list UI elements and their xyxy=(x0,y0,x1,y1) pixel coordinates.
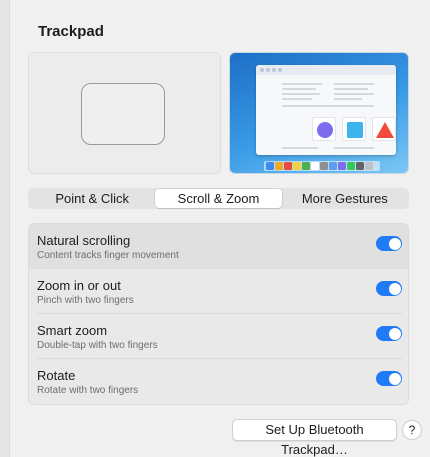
page-title: Trackpad xyxy=(38,23,104,40)
trackpad-icon xyxy=(81,83,165,145)
setting-title: Zoom in or out xyxy=(37,278,121,293)
setting-subtitle: Double-tap with two fingers xyxy=(37,340,158,351)
dock-app-icon xyxy=(347,162,355,170)
dock-app-icon xyxy=(284,162,292,170)
dock-app-icon xyxy=(293,162,301,170)
preview-window xyxy=(256,65,396,155)
smart-zoom-toggle[interactable] xyxy=(376,326,402,341)
dock-app-icon xyxy=(275,162,283,170)
preview-window-titlebar xyxy=(256,65,396,75)
dock-app-icon xyxy=(266,162,274,170)
tab-scroll-zoom[interactable]: Scroll & Zoom xyxy=(155,189,282,208)
preview-circle-tile xyxy=(312,117,336,141)
rotate-toggle[interactable] xyxy=(376,371,402,386)
setting-title: Smart zoom xyxy=(37,323,108,338)
preview-dock xyxy=(264,161,380,171)
setting-subtitle: Content tracks finger movement xyxy=(37,250,179,261)
help-button[interactable]: ? xyxy=(402,420,422,440)
dock-app-icon xyxy=(329,162,337,170)
toggle-knob xyxy=(388,327,401,340)
setting-row-natural-scrolling: Natural scrolling Content tracks finger … xyxy=(29,224,408,269)
toggle-knob xyxy=(388,372,401,385)
toggle-knob xyxy=(388,237,401,250)
trackpad-preview xyxy=(28,52,221,174)
circle-icon xyxy=(317,122,333,138)
natural-scrolling-toggle[interactable] xyxy=(376,236,402,251)
dock-app-icon xyxy=(365,162,373,170)
tab-more-gestures[interactable]: More Gestures xyxy=(282,189,408,208)
tab-bar: Point & Click Scroll & Zoom More Gesture… xyxy=(28,188,409,209)
settings-list: Natural scrolling Content tracks finger … xyxy=(28,223,409,405)
setting-title: Natural scrolling xyxy=(37,233,131,248)
preview-triangle-tile xyxy=(372,117,396,141)
zoom-toggle[interactable] xyxy=(376,281,402,296)
setting-row-smart-zoom: Smart zoom Double-tap with two fingers xyxy=(29,314,408,359)
tab-point-click[interactable]: Point & Click xyxy=(29,189,155,208)
setting-row-rotate: Rotate Rotate with two fingers xyxy=(29,359,408,404)
window-edge xyxy=(0,0,10,457)
setting-title: Rotate xyxy=(37,368,76,383)
gesture-preview xyxy=(229,52,409,174)
dock-app-icon xyxy=(320,162,328,170)
triangle-icon xyxy=(376,122,394,138)
preview-square-tile xyxy=(342,117,366,141)
toggle-knob xyxy=(388,282,401,295)
setup-bluetooth-trackpad-button[interactable]: Set Up Bluetooth Trackpad… xyxy=(232,419,397,457)
dock-app-icon xyxy=(302,162,310,170)
setting-subtitle: Rotate with two fingers xyxy=(37,385,139,396)
dock-app-icon xyxy=(311,162,319,170)
setting-row-zoom: Zoom in or out Pinch with two fingers xyxy=(29,269,408,314)
square-icon xyxy=(347,122,363,138)
setting-subtitle: Pinch with two fingers xyxy=(37,295,134,306)
dock-app-icon xyxy=(338,162,346,170)
dock-app-icon xyxy=(356,162,364,170)
